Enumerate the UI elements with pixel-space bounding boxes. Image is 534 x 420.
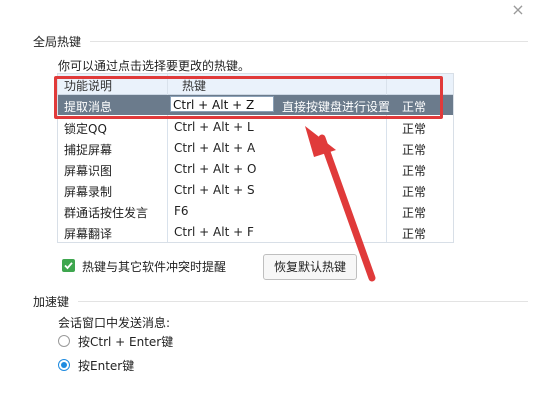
section-divider — [78, 301, 528, 302]
row-function: 屏幕翻译 — [64, 227, 113, 241]
conflict-alert-label: 热键与其它软件冲突时提醒 — [82, 260, 227, 274]
table-row[interactable]: 锁定QQ Ctrl + Alt + L 正常 — [58, 117, 453, 137]
table-row[interactable]: 捕捉屏幕 Ctrl + Alt + A 正常 — [58, 138, 453, 158]
row-status: 正常 — [402, 122, 427, 136]
close-icon[interactable]: × — [510, 2, 526, 18]
row-function: 屏幕录制 — [64, 185, 113, 199]
radio-enter[interactable] — [58, 359, 70, 371]
row-function: 群通话按住发言 — [64, 206, 149, 220]
hotkey-hint: 你可以通过点击选择要更改的热键。 — [58, 59, 251, 73]
table-row[interactable]: 屏幕录制 Ctrl + Alt + S 正常 — [58, 180, 453, 200]
table-row[interactable]: 屏幕识图 Ctrl + Alt + O 正常 — [58, 159, 453, 179]
radio-enter-label: 按Enter键 — [78, 359, 135, 373]
row-hotkey: Ctrl + Alt + O — [174, 162, 257, 176]
section-divider — [90, 41, 528, 42]
annotation-highlight-box — [54, 76, 443, 119]
row-status: 正常 — [402, 164, 427, 178]
section-title-global-hotkeys: 全局热键 — [33, 35, 82, 49]
row-function: 屏幕识图 — [64, 164, 113, 178]
row-hotkey: Ctrl + Alt + S — [174, 183, 255, 197]
row-status: 正常 — [402, 227, 427, 241]
radio-ctrl-enter[interactable] — [58, 335, 70, 347]
radio-ctrl-enter-label: 按Ctrl + Enter键 — [78, 335, 174, 349]
checkmark-icon — [64, 262, 73, 270]
send-message-hint: 会话窗口中发送消息: — [58, 316, 171, 330]
conflict-alert-checkbox[interactable] — [62, 259, 75, 272]
table-row[interactable]: 屏幕翻译 Ctrl + Alt + F 正常 — [58, 222, 453, 242]
row-hotkey: Ctrl + Alt + F — [174, 225, 254, 239]
row-hotkey: Ctrl + Alt + L — [174, 120, 254, 134]
restore-default-hotkeys-button[interactable]: 恢复默认热键 — [263, 254, 357, 280]
row-status: 正常 — [402, 185, 427, 199]
section-title-accelerator: 加速键 — [33, 295, 70, 309]
row-hotkey: Ctrl + Alt + A — [174, 141, 256, 155]
row-function: 锁定QQ — [64, 122, 107, 136]
row-status: 正常 — [402, 206, 427, 220]
row-function: 捕捉屏幕 — [64, 143, 113, 157]
row-hotkey: F6 — [174, 204, 189, 218]
row-status: 正常 — [402, 143, 427, 157]
table-row[interactable]: 群通话按住发言 F6 正常 — [58, 201, 453, 221]
